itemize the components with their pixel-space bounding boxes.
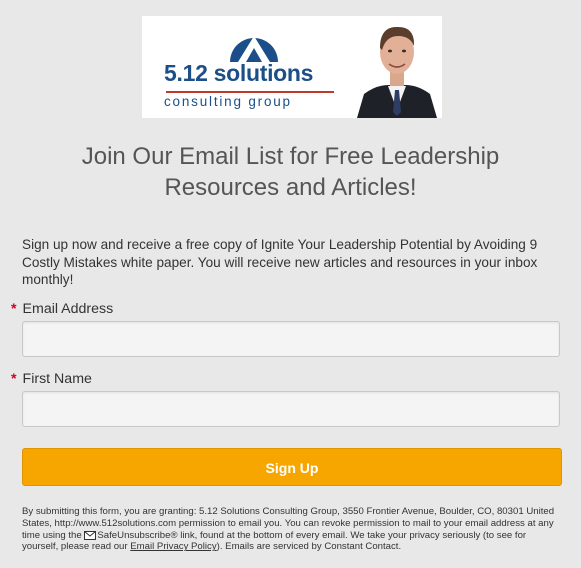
brand-name: 5.12 solutions [164,60,314,86]
first-name-label-text: First Name [22,371,92,387]
brand-divider [166,91,334,93]
safe-unsubscribe-text: SafeUnsubscribe® [97,529,178,541]
email-label-text: Email Address [22,301,114,317]
email-label: * Email Address [11,301,113,317]
email-privacy-policy-link[interactable]: Email Privacy Policy [130,541,216,552]
envelope-icon [84,530,97,540]
signup-form-page: 5.12 solutions consulting group Join Our… [0,0,581,568]
required-marker: * [11,371,17,387]
consultant-portrait [352,16,442,118]
company-banner: 5.12 solutions consulting group [142,16,442,118]
required-marker: * [11,301,17,317]
first-name-field[interactable] [22,391,560,427]
mountain-logo-icon [230,36,278,62]
consent-disclaimer: By submitting this form, you are grantin… [22,506,562,553]
brand-subtitle: consulting group [164,94,292,109]
disclaimer-text-3: ). Emails are serviced by Constant Conta… [216,541,402,553]
first-name-label: * First Name [11,371,92,387]
sign-up-button[interactable]: Sign Up [22,448,562,486]
form-intro-text: Sign up now and receive a free copy of I… [22,237,538,287]
email-field[interactable] [22,321,560,357]
form-headline: Join Our Email List for Free Leadership … [81,143,500,201]
